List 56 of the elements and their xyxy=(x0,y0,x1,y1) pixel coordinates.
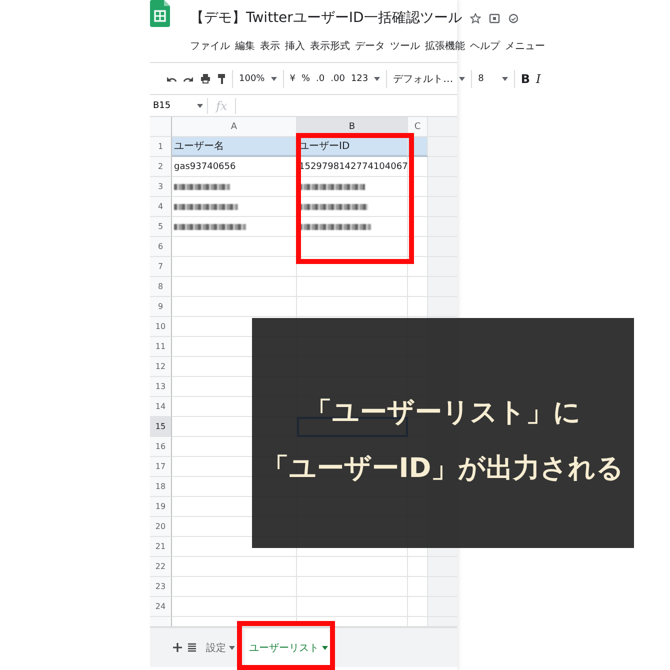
column-header[interactable]: A xyxy=(172,117,297,137)
row-header[interactable]: 1 xyxy=(150,137,172,157)
row-header[interactable]: 7 xyxy=(150,257,172,277)
menu-item[interactable]: 挿入 xyxy=(285,39,305,53)
menu-item[interactable]: ファイル xyxy=(190,39,230,53)
table-cell: 1529798142774104067 xyxy=(297,157,408,177)
table-cell: gas93740656 xyxy=(172,157,297,177)
cell-reference-field[interactable]: B15 xyxy=(153,100,193,110)
sheet-tab[interactable]: 設定 xyxy=(202,628,239,666)
row-header[interactable]: 19 xyxy=(150,497,172,517)
row-header[interactable]: 18 xyxy=(150,477,172,497)
row-header[interactable]: 23 xyxy=(150,577,172,597)
function-label: fx xyxy=(214,98,228,112)
row-header[interactable]: 21 xyxy=(150,537,172,557)
document-title[interactable]: 【デモ】TwitterユーザーID一括確認ツール xyxy=(190,9,462,27)
row-header[interactable]: 3 xyxy=(150,177,172,197)
row-header[interactable]: 15 xyxy=(150,417,172,437)
row-header[interactable]: 22 xyxy=(150,557,172,577)
row-header[interactable]: 9 xyxy=(150,297,172,317)
menu-item[interactable]: ツール xyxy=(390,39,420,53)
menu-item[interactable]: 拡張機能 xyxy=(425,39,465,53)
font-dropdown[interactable]: デフォルト… xyxy=(393,72,454,86)
column-title-cell: ユーザー名 xyxy=(172,137,297,157)
currency-button[interactable]: ¥ xyxy=(290,74,296,84)
menu-item[interactable]: ヘルプ xyxy=(470,39,500,53)
row-header[interactable]: 8 xyxy=(150,277,172,297)
row-header[interactable]: 10 xyxy=(150,317,172,337)
menu-item[interactable]: 表示形式 xyxy=(310,39,350,53)
row-header[interactable]: 4 xyxy=(150,197,172,217)
increase-decimals-button[interactable]: .00 xyxy=(330,74,345,84)
row-header[interactable]: 2 xyxy=(150,157,172,177)
row-header[interactable]: 6 xyxy=(150,237,172,257)
number-format-dropdown[interactable]: 123 xyxy=(350,74,368,84)
row-header[interactable]: 5 xyxy=(150,217,172,237)
row-header[interactable]: 16 xyxy=(150,437,172,457)
row-header[interactable]: 14 xyxy=(150,397,172,417)
row-header[interactable]: 17 xyxy=(150,457,172,477)
row-header[interactable]: 20 xyxy=(150,517,172,537)
row-header[interactable]: 11 xyxy=(150,337,172,357)
bold-button[interactable]: B xyxy=(520,72,530,86)
row-header[interactable]: 12 xyxy=(150,357,172,377)
menu-item[interactable]: 表示 xyxy=(260,39,280,53)
font-size-dropdown[interactable]: 8 xyxy=(478,74,484,84)
callout-text: 「ユーザーID」が出力される xyxy=(262,452,624,486)
percent-button[interactable]: % xyxy=(301,74,310,84)
row-header[interactable]: 24 xyxy=(150,597,172,617)
menu-item[interactable]: データ xyxy=(355,39,385,53)
menu-item[interactable]: 編集 xyxy=(235,39,255,53)
column-header[interactable]: C xyxy=(408,117,428,137)
menu-item[interactable]: メニュー xyxy=(505,39,545,53)
row-header[interactable]: 13 xyxy=(150,377,172,397)
decrease-decimals-button[interactable]: .0 xyxy=(316,74,325,84)
italic-button[interactable]: I xyxy=(536,72,541,86)
callout-text: 「ユーザーリスト」に xyxy=(305,396,581,430)
sheet-tab[interactable]: ユーザーリスト xyxy=(245,628,332,666)
zoom-dropdown[interactable]: 100% xyxy=(239,74,265,84)
